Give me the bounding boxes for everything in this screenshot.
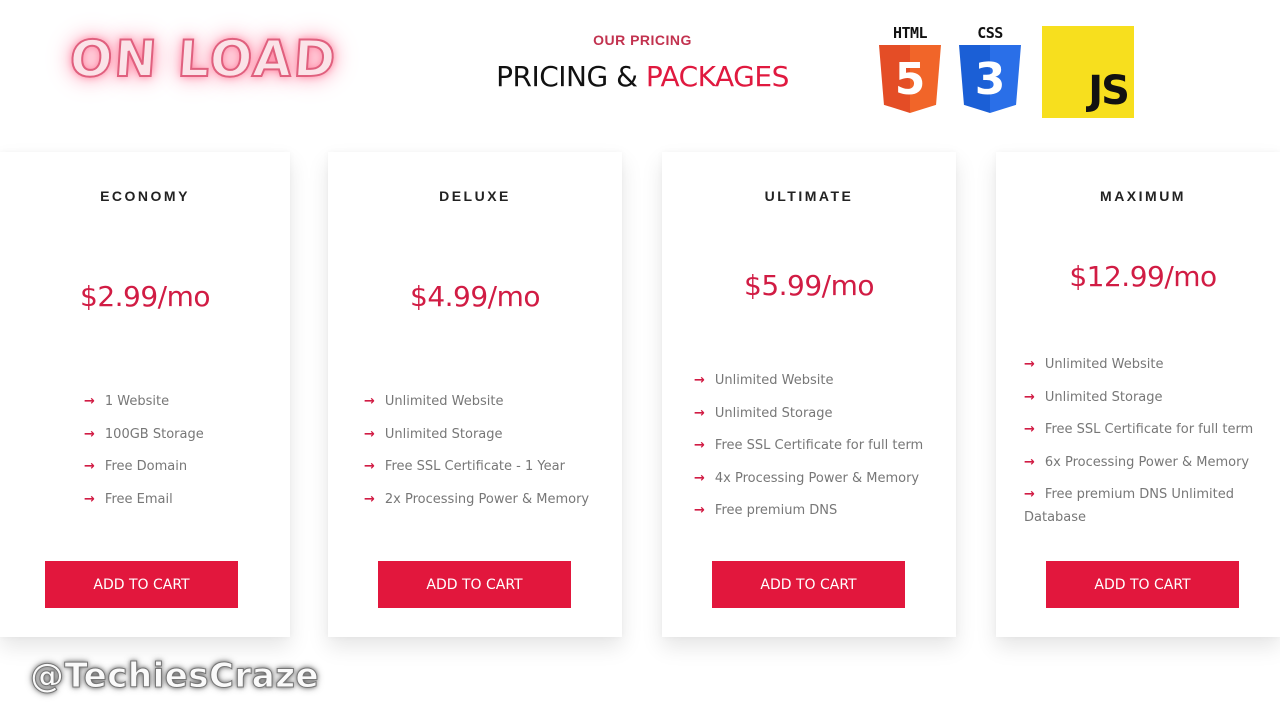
arrow-right-icon: → (1024, 357, 1035, 372)
plan-name: DELUXE (439, 188, 511, 204)
css3-logo: CSS 3 (955, 24, 1025, 113)
arrow-right-icon: → (364, 426, 375, 442)
feature-item: → Free SSL Certificate - 1 Year (364, 451, 622, 484)
arrow-right-icon: → (364, 491, 375, 507)
plan-name: ULTIMATE (764, 188, 854, 204)
feature-list: → Unlimited Website → Unlimited Storage → F… (328, 386, 622, 516)
add-to-cart-button[interactable]: ADD TO CART (712, 561, 905, 608)
arrow-right-icon: → (694, 438, 705, 453)
css3-shield-icon: 3 (959, 45, 1021, 113)
feature-item: → Free premium DNS (694, 495, 956, 528)
feature-item: → 100GB Storage (84, 419, 290, 452)
plan-price: $5.99/mo (744, 269, 875, 302)
pricing-card-ultimate: ULTIMATE $5.99/mo → Unlimited Website → Un… (662, 152, 956, 637)
arrow-right-icon: → (84, 491, 95, 507)
plan-price: $4.99/mo (410, 280, 541, 313)
pricing-card-deluxe: DELUXE $4.99/mo → Unlimited Website → Unli… (328, 152, 622, 637)
section-subtitle: OUR PRICING (593, 32, 692, 48)
arrow-right-icon: → (364, 394, 375, 409)
feature-list: → Unlimited Website → Unlimited Storage → F… (996, 349, 1280, 529)
feature-item: → 6x Processing Power & Memory (1024, 447, 1260, 480)
feature-item: → 4x Processing Power & Memory (694, 463, 956, 496)
watermark: @TechiesCraze (29, 656, 320, 697)
plan-price: $2.99/mo (80, 280, 211, 313)
plan-name: ECONOMY (100, 188, 190, 204)
feature-item: → Free SSL Certificate for full term (1024, 414, 1260, 447)
css-label: CSS (977, 24, 1003, 42)
pricing-card-economy: ECONOMY $2.99/mo → 1 Website → 100GB Stora… (0, 152, 290, 637)
feature-item: → Unlimited Storage (364, 419, 622, 452)
add-to-cart-button[interactable]: ADD TO CART (1046, 561, 1239, 608)
arrow-right-icon: → (694, 470, 705, 486)
on-load-label: ON LOAD (67, 29, 340, 89)
feature-item: → 2x Processing Power & Memory (364, 484, 622, 517)
feature-list: → Unlimited Website → Unlimited Storage → F… (662, 365, 956, 528)
title-accent: PACKAGES (645, 60, 790, 93)
add-to-cart-button[interactable]: ADD TO CART (45, 561, 238, 608)
arrow-right-icon: → (1024, 454, 1035, 470)
arrow-right-icon: → (1024, 487, 1035, 502)
arrow-right-icon: → (364, 459, 375, 474)
feature-item: → 1 Website (84, 386, 290, 419)
feature-item: → Free premium DNS Unlimited Database (1024, 479, 1260, 529)
arrow-right-icon: → (84, 426, 95, 442)
feature-list: → 1 Website → 100GB Storage → Free Domain →… (0, 386, 290, 516)
js-logo-icon: JS (1042, 26, 1134, 118)
arrow-right-icon: → (84, 394, 95, 409)
html5-shield-icon: 5 (879, 45, 941, 113)
pricing-card-maximum: MAXIMUM $12.99/mo → Unlimited Website → Un… (996, 152, 1280, 637)
feature-item: → Unlimited Website (694, 365, 956, 398)
feature-item: → Free Email (84, 484, 290, 517)
add-to-cart-button[interactable]: ADD TO CART (378, 561, 571, 608)
feature-item: → Free SSL Certificate for full term (694, 430, 956, 463)
feature-item: → Unlimited Storage (694, 398, 956, 431)
title-main: PRICING & (496, 60, 638, 93)
arrow-right-icon: → (694, 373, 705, 388)
section-title: PRICING & PACKAGES (470, 60, 815, 93)
feature-item: → Unlimited Storage (1024, 382, 1260, 415)
plan-price: $12.99/mo (1069, 260, 1217, 293)
feature-item: → Unlimited Website (1024, 349, 1260, 382)
arrow-right-icon: → (694, 503, 705, 518)
pricing-header: OUR PRICING PRICING & PACKAGES (470, 32, 815, 93)
feature-item: → Free Domain (84, 451, 290, 484)
arrow-right-icon: → (1024, 422, 1035, 437)
feature-item: → Unlimited Website (364, 386, 622, 419)
plan-name: MAXIMUM (1100, 188, 1186, 204)
arrow-right-icon: → (694, 405, 705, 421)
html5-logo: HTML 5 (875, 24, 945, 113)
arrow-right-icon: → (1024, 389, 1035, 405)
arrow-right-icon: → (84, 459, 95, 474)
html-label: HTML (892, 24, 928, 42)
